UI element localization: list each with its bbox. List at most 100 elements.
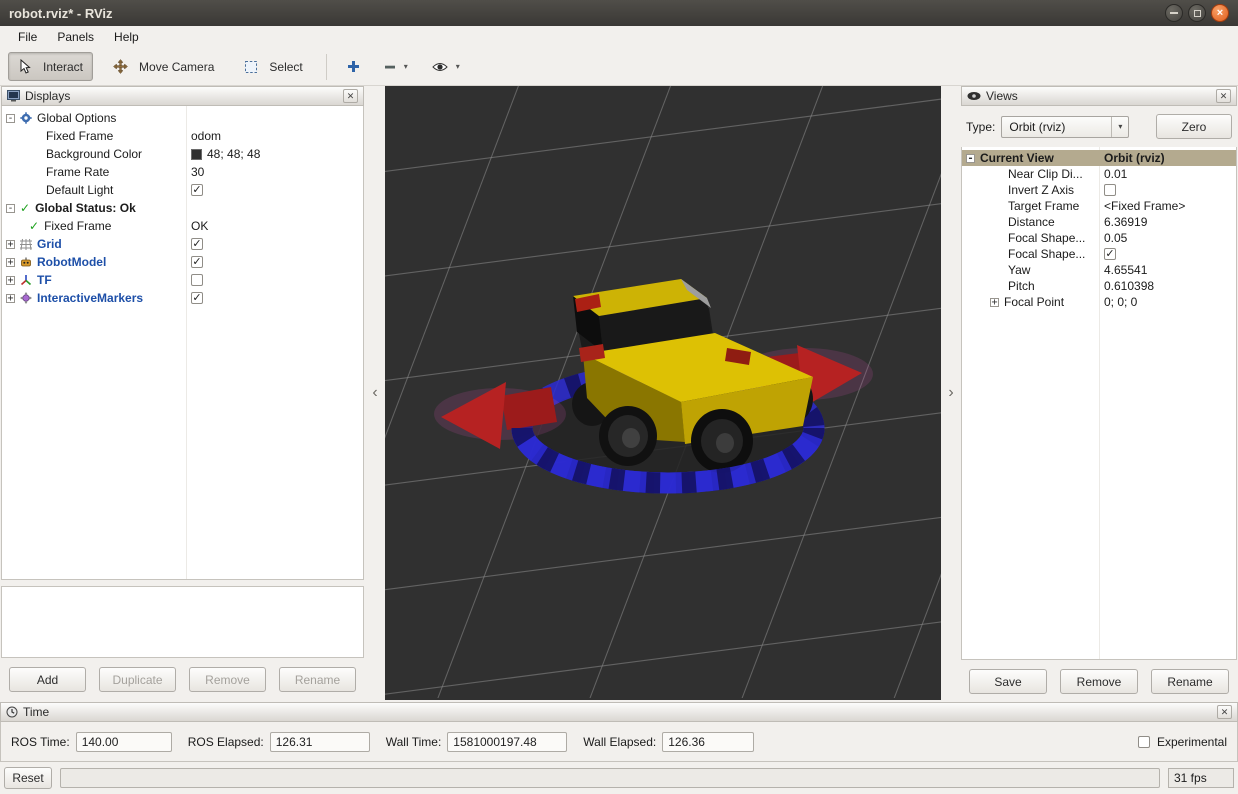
row-distance[interactable]: Distance 6.36919 bbox=[962, 214, 1236, 230]
row-value[interactable]: 0.610398 bbox=[1104, 279, 1154, 293]
interaction-mode-button[interactable]: ▾ bbox=[425, 54, 467, 80]
row-global-status[interactable]: -✓Global Status: Ok bbox=[2, 199, 363, 217]
menubar: File Panels Help bbox=[0, 26, 1238, 48]
row-interactivemarkers-display[interactable]: +InteractiveMarkers bbox=[2, 289, 363, 307]
row-robotmodel-display[interactable]: + RobotModel bbox=[2, 253, 363, 271]
default-light-checkbox[interactable] bbox=[191, 184, 203, 196]
collapse-expander-icon[interactable]: + bbox=[6, 276, 15, 285]
row-yaw[interactable]: Yaw 4.65541 bbox=[962, 262, 1236, 278]
color-swatch[interactable] bbox=[191, 149, 202, 160]
row-focal-shape-size[interactable]: Focal Shape... 0.05 bbox=[962, 230, 1236, 246]
status-message-area bbox=[60, 768, 1160, 788]
remove-view-button[interactable]: Remove bbox=[1060, 669, 1138, 694]
ros-time-field[interactable] bbox=[76, 732, 172, 752]
focal-shape-checkbox[interactable] bbox=[1104, 248, 1116, 260]
ros-elapsed-label: ROS Elapsed: bbox=[188, 735, 264, 749]
maximize-icon bbox=[1194, 10, 1201, 17]
row-target-frame[interactable]: Target Frame <Fixed Frame> bbox=[962, 198, 1236, 214]
save-view-button[interactable]: Save bbox=[969, 669, 1047, 694]
main-area: Displays ✕ -Global Options Fixed Frame o… bbox=[0, 86, 1238, 700]
row-tf-display[interactable]: +TF bbox=[2, 271, 363, 289]
displays-tree: - Global Options Fixed Frame odom Backgro… bbox=[1, 106, 364, 580]
interactivemarkers-enabled-checkbox[interactable] bbox=[191, 292, 203, 304]
row-value[interactable]: <Fixed Frame> bbox=[1104, 199, 1185, 213]
move-camera-tool-button[interactable]: Move Camera bbox=[103, 52, 224, 81]
wall-elapsed-field[interactable] bbox=[662, 732, 754, 752]
row-label: Background Color bbox=[46, 147, 142, 161]
ros-elapsed-field[interactable] bbox=[270, 732, 370, 752]
views-close-button[interactable]: ✕ bbox=[1216, 89, 1231, 103]
collapse-expander-icon[interactable]: + bbox=[990, 298, 999, 307]
chevron-right-icon: › bbox=[948, 384, 953, 402]
row-value[interactable]: odom bbox=[191, 129, 221, 143]
row-value[interactable]: 48; 48; 48 bbox=[207, 147, 260, 161]
minimize-button[interactable] bbox=[1165, 4, 1183, 22]
wall-time-label: Wall Time: bbox=[386, 735, 442, 749]
collapse-expander-icon[interactable]: + bbox=[6, 240, 15, 249]
rviz-window: robot.rviz* - RViz × File Panels Help In… bbox=[0, 0, 1238, 794]
row-label: RobotModel bbox=[37, 255, 106, 269]
row-label: Focal Shape... bbox=[1008, 247, 1085, 261]
rename-view-button[interactable]: Rename bbox=[1151, 669, 1229, 694]
row-grid-display[interactable]: +Grid bbox=[2, 235, 363, 253]
fps-counter: 31 fps bbox=[1168, 768, 1234, 788]
collapse-expander-icon[interactable]: - bbox=[966, 154, 975, 163]
row-value[interactable]: 0.05 bbox=[1104, 231, 1127, 245]
wall-time-field[interactable] bbox=[447, 732, 567, 752]
menu-help[interactable]: Help bbox=[104, 28, 149, 46]
row-value[interactable]: 30 bbox=[191, 165, 204, 179]
close-button[interactable]: × bbox=[1211, 4, 1229, 22]
row-label: Global Options bbox=[37, 111, 116, 125]
row-frame-rate[interactable]: Frame Rate 30 bbox=[2, 163, 363, 181]
row-global-options[interactable]: - Global Options bbox=[2, 109, 363, 127]
collapse-expander-icon[interactable]: + bbox=[6, 294, 15, 303]
rename-display-button: Rename bbox=[279, 667, 356, 692]
displays-close-button[interactable]: ✕ bbox=[343, 89, 358, 103]
row-current-view[interactable]: -Current View Orbit (rviz) bbox=[962, 150, 1236, 166]
3d-scene[interactable] bbox=[385, 86, 941, 698]
ros-time-group: ROS Time: bbox=[11, 732, 172, 752]
add-tool-button[interactable] bbox=[340, 53, 367, 80]
row-pitch[interactable]: Pitch 0.610398 bbox=[962, 278, 1236, 294]
view-type-dropdown[interactable]: Orbit (rviz) ▾ bbox=[1001, 116, 1129, 138]
tool-label: Move Camera bbox=[139, 60, 214, 74]
row-value[interactable]: 0; 0; 0 bbox=[1104, 295, 1137, 309]
row-background-color[interactable]: Background Color 48; 48; 48 bbox=[2, 145, 363, 163]
grid-enabled-checkbox[interactable] bbox=[191, 238, 203, 250]
remove-tool-button[interactable]: ▾ bbox=[377, 54, 415, 80]
row-label: Distance bbox=[1008, 215, 1055, 229]
experimental-checkbox[interactable] bbox=[1138, 736, 1150, 748]
add-display-button[interactable]: Add bbox=[9, 667, 86, 692]
row-value[interactable]: 6.36919 bbox=[1104, 215, 1147, 229]
left-pane-splitter[interactable]: ‹ bbox=[365, 86, 385, 700]
chevron-left-icon: ‹ bbox=[372, 384, 377, 402]
select-tool-button[interactable]: Select bbox=[234, 53, 312, 81]
3d-viewport[interactable] bbox=[385, 86, 941, 700]
robotmodel-enabled-checkbox[interactable] bbox=[191, 256, 203, 268]
maximize-button[interactable] bbox=[1188, 4, 1206, 22]
check-icon: ✓ bbox=[20, 202, 30, 214]
displays-button-row: Add Duplicate Remove Rename bbox=[1, 667, 364, 692]
row-default-light[interactable]: Default Light bbox=[2, 181, 363, 199]
time-close-button[interactable]: ✕ bbox=[1217, 705, 1232, 719]
row-fixed-frame-status[interactable]: ✓Fixed Frame OK bbox=[2, 217, 363, 235]
row-fixed-frame[interactable]: Fixed Frame odom bbox=[2, 127, 363, 145]
collapse-expander-icon[interactable]: - bbox=[6, 204, 15, 213]
invert-z-axis-checkbox[interactable] bbox=[1104, 184, 1116, 196]
row-focal-point[interactable]: +Focal Point 0; 0; 0 bbox=[962, 294, 1236, 310]
tf-enabled-checkbox[interactable] bbox=[191, 274, 203, 286]
collapse-expander-icon[interactable]: + bbox=[6, 258, 15, 267]
row-invert-z-axis[interactable]: Invert Z Axis bbox=[962, 182, 1236, 198]
type-label: Type: bbox=[966, 120, 995, 134]
collapse-expander-icon[interactable]: - bbox=[6, 114, 15, 123]
row-near-clip-distance[interactable]: Near Clip Di... 0.01 bbox=[962, 166, 1236, 182]
menu-file[interactable]: File bbox=[8, 28, 47, 46]
zero-button[interactable]: Zero bbox=[1156, 114, 1232, 139]
menu-panels[interactable]: Panels bbox=[47, 28, 104, 46]
row-focal-shape-fixed-size[interactable]: Focal Shape... bbox=[962, 246, 1236, 262]
right-pane-splitter[interactable]: › bbox=[941, 86, 961, 700]
reset-button[interactable]: Reset bbox=[4, 767, 52, 789]
row-value[interactable]: 4.65541 bbox=[1104, 263, 1147, 277]
row-value[interactable]: 0.01 bbox=[1104, 167, 1127, 181]
interact-tool-button[interactable]: Interact bbox=[8, 52, 93, 81]
